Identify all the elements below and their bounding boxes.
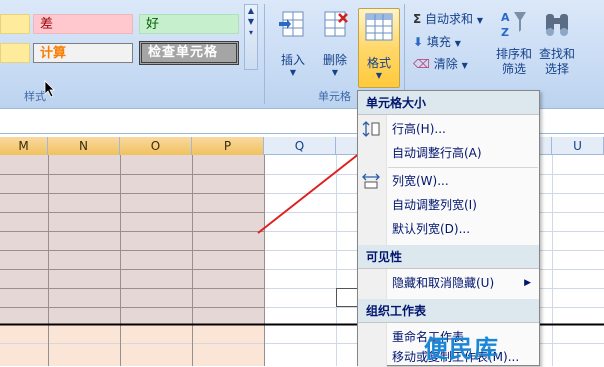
fill-label: 填充 [426,35,451,49]
style-note-cell[interactable] [0,43,30,63]
format-dropdown-menu: 单元格大小 行高(H)... 自动调整行高(A) 列宽(W)... 自动调整列宽… [357,90,540,367]
insert-button[interactable]: 插入 ▼ [274,8,312,77]
submenu-arrow-icon: ▶ [524,278,531,288]
active-cell [336,288,358,307]
find-select-button[interactable]: 查找和 选择 [537,8,577,77]
menu-section-visibility: 可见性 [358,245,539,269]
sort-filter-icon: A Z [501,11,526,39]
clear-label: 清除 [433,57,458,71]
chevron-down-icon: ▼ [476,16,484,25]
mouse-cursor-icon [44,80,55,98]
style-check-cell[interactable]: 检查单元格 [139,41,239,65]
svg-text:A: A [501,11,510,24]
menu-item-autofit-column-width[interactable]: 自动调整列宽(I) [358,193,539,217]
delete-button[interactable]: 删除 ▼ [316,8,354,77]
binoculars-icon [546,14,568,36]
autofit-column-width-label: 自动调整列宽(I) [392,198,477,212]
column-header-m[interactable]: M [0,137,48,155]
hide-unhide-label: 隐藏和取消隐藏(U) [392,276,495,290]
chevron-down-icon: ▼ [375,71,383,80]
insert-cells-icon [279,11,304,37]
format-cells-icon [365,13,393,41]
chevron-down-icon: ▼ [454,39,461,48]
menu-item-default-width[interactable]: 默认列宽(D)... [358,217,539,241]
find-select-label: 查找和 选择 [538,47,575,76]
sort-filter-button[interactable]: A Z 排序和 筛选 [494,8,534,77]
insert-label: 插入 [280,53,305,67]
group-separator [404,4,405,104]
menu-item-column-width[interactable]: 列宽(W)... [358,169,539,193]
style-good-cell[interactable]: 好 [139,14,239,34]
column-width-icon [362,173,380,189]
chevron-down-icon: ▼ [289,68,297,77]
cells-group-label: 单元格 [318,90,351,103]
menu-section-cell-size: 单元格大小 [358,91,539,115]
menu-item-autofit-row-height[interactable]: 自动调整行高(A) [358,141,539,165]
menu-item-hide-unhide[interactable]: 隐藏和取消隐藏(U) ▶ [358,271,539,295]
format-label: 格式 [366,56,391,70]
svg-text:Z: Z [501,26,509,39]
watermark-text: 便民库 [424,335,499,363]
fill-down-icon: ⬇ [413,35,424,49]
chevron-down-icon: ▼ [331,68,339,77]
fill-button[interactable]: ⬇ 填充 ▼ [413,33,461,50]
menu-section-organize: 组织工作表 [358,299,539,323]
autosum-button[interactable]: Σ 自动求和 ▼ [413,10,483,27]
selected-range [0,155,264,325]
format-button[interactable]: 格式 ▼ [358,8,400,88]
delete-cells-icon [324,11,348,37]
chevron-down-icon: ▼ [461,61,468,70]
group-separator [264,4,265,104]
style-bad-cell[interactable]: 差 [33,14,133,34]
menu-separator [388,167,538,168]
autosum-label: 自动求和 [425,12,474,26]
styles-gallery-scroll[interactable]: ▲ ▼ ▾ [244,4,258,70]
sigma-icon: Σ [413,12,422,26]
row-height-label: 行高(H)... [392,122,446,136]
eraser-icon: ⌫ [413,57,430,71]
delete-label: 删除 [322,53,347,67]
menu-item-row-height[interactable]: 行高(H)... [358,117,539,141]
clear-button[interactable]: ⌫ 清除 ▼ [413,55,468,72]
styles-group-label: 样式 [24,90,46,103]
style-neutral-cell[interactable] [0,14,30,34]
style-calculation-cell[interactable]: 计算 [33,43,133,63]
column-header-u[interactable]: U [552,137,604,155]
column-header-n[interactable]: N [48,137,120,155]
row-height-icon [362,121,380,137]
autofit-row-height-label: 自动调整行高(A) [392,146,482,160]
sort-filter-label: 排序和 筛选 [495,47,532,76]
default-width-label: 默认列宽(D)... [392,222,471,236]
column-width-label: 列宽(W)... [392,174,449,188]
selected-range-lower [0,325,264,366]
column-header-o[interactable]: O [120,137,192,155]
